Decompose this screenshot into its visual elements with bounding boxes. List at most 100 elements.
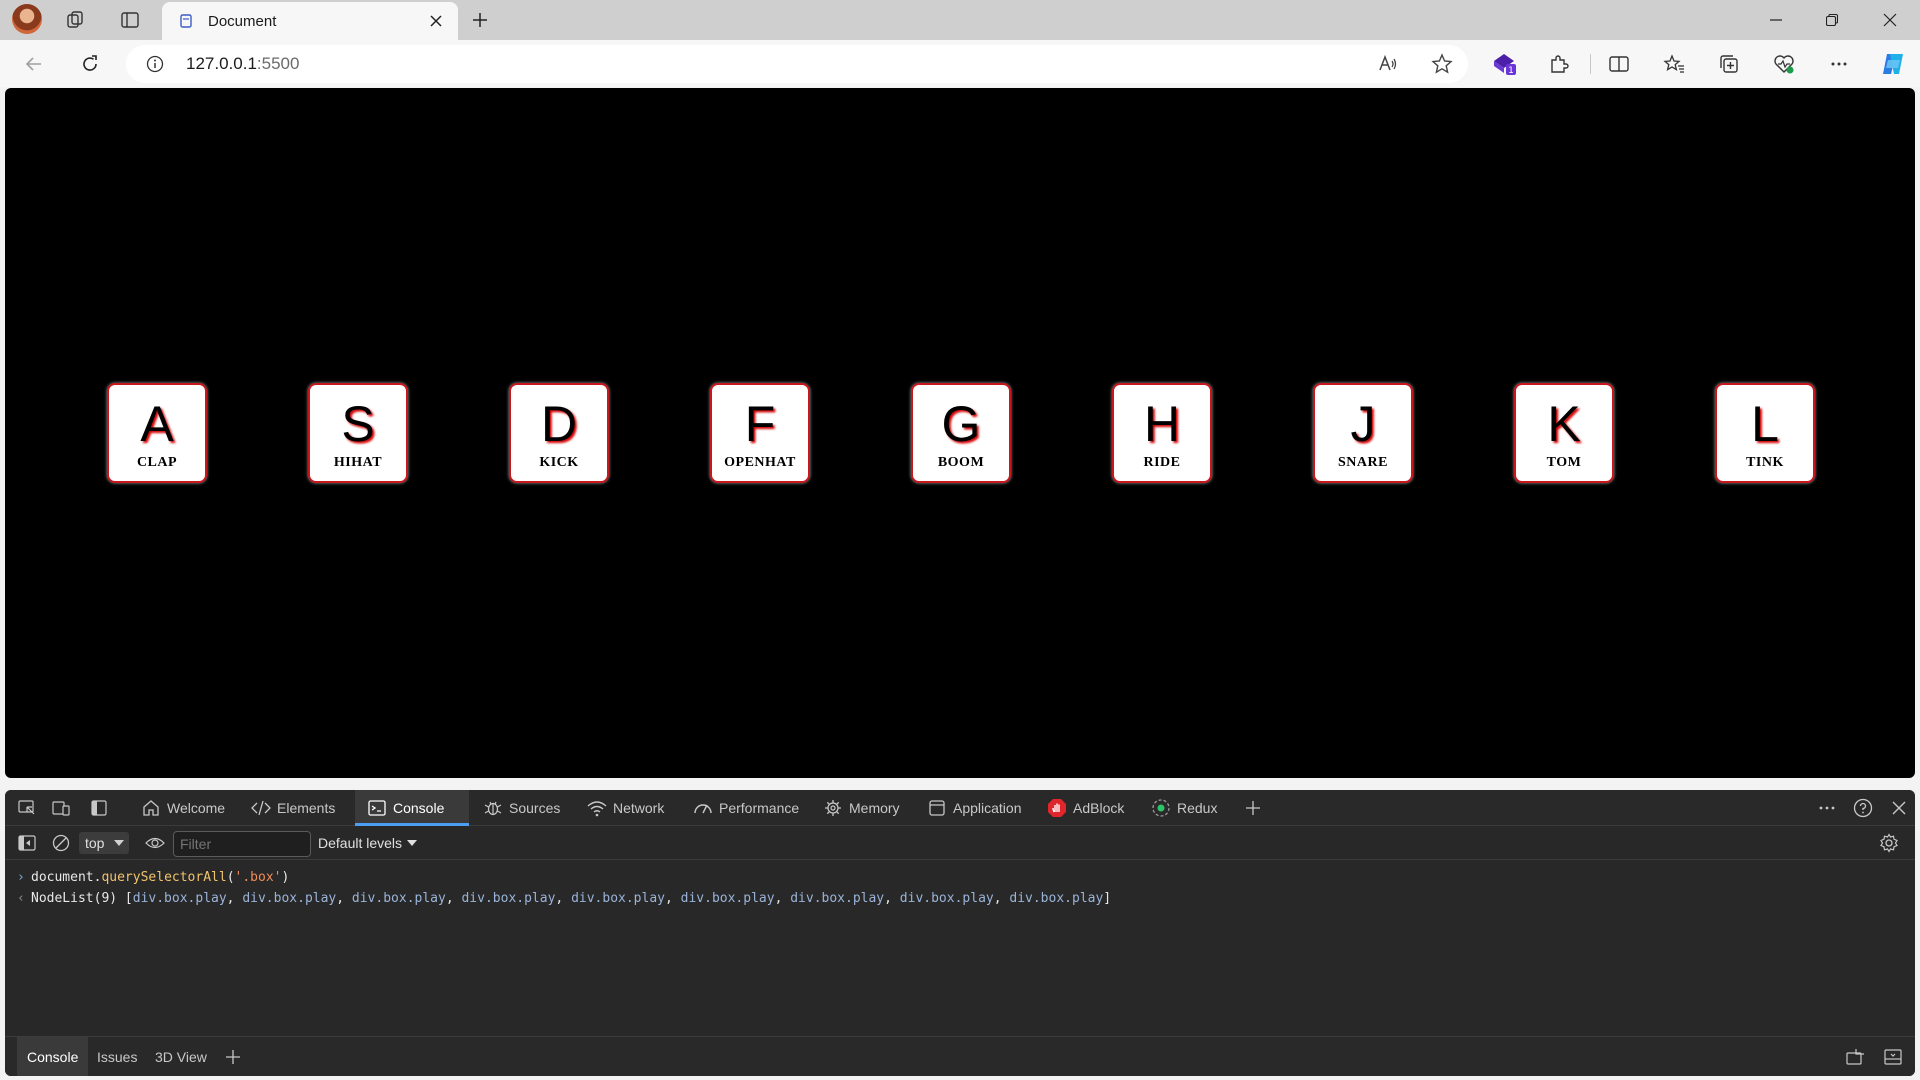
bug-icon [483,798,503,818]
tab-label: Console [393,800,445,816]
drum-key-a[interactable]: A CLAP [107,383,207,483]
code-method: querySelectorAll [101,870,227,885]
code-paren: ) [281,870,290,885]
console-output[interactable]: › document. querySelectorAll('.box') ‹ No… [5,862,1915,1032]
code-string: '.box' [234,870,282,885]
refresh-icon[interactable] [72,46,108,82]
drum-key-f[interactable]: F OPENHAT [710,383,810,483]
key-sound-label: CLAP [136,455,178,470]
drum-key-s[interactable]: S HIHAT [308,383,408,483]
nodelist-items: div.box.play, div.box.play, div.box.play… [133,891,1104,906]
extensions-puzzle-icon[interactable] [1541,46,1577,82]
drum-key-l[interactable]: L TINK [1715,383,1815,483]
nodelist-separator: , [993,891,1010,906]
split-screen-icon[interactable] [1601,46,1637,82]
restore-icon[interactable] [1804,0,1860,40]
help-icon[interactable] [1851,796,1875,820]
live-expression-eye-icon[interactable] [143,831,167,855]
key-sound-label: HIHAT [333,455,383,470]
page-viewport: A CLAP S HIHAT D KICK F OPENHAT G BOOM H RIDE J SNARE… [5,88,1915,778]
close-devtools-icon[interactable] [1887,796,1911,820]
drum-key-g[interactable]: G BOOM [911,383,1011,483]
close-tab-icon[interactable] [422,7,450,35]
collections-icon[interactable] [1711,46,1747,82]
site-info-icon[interactable] [146,55,164,73]
drum-key-d[interactable]: D KICK [509,383,609,483]
gauge-icon [693,798,713,818]
add-drawer-tab-icon[interactable] [221,1045,245,1069]
nodelist-separator: , [664,891,681,906]
back-icon[interactable] [16,46,52,82]
vertical-tabs-icon[interactable] [114,4,146,36]
nodelist-item[interactable]: div.box.play [571,891,665,906]
nodelist-item[interactable]: div.box.play [790,891,884,906]
profile-avatar[interactable] [12,4,42,34]
close-drawer-icon[interactable] [1881,1045,1905,1069]
tab-performance[interactable]: Performance [687,790,805,826]
tab-network[interactable]: Network [581,790,670,826]
console-settings-gear-icon[interactable] [1877,831,1901,855]
nodelist-separator: , [445,891,462,906]
extension-badge-icon[interactable]: 1 [1487,46,1523,82]
drum-key-k[interactable]: K TOM [1514,383,1614,483]
console-filter-input[interactable] [173,831,311,857]
dock-side-icon[interactable] [87,796,111,820]
workspaces-icon[interactable] [60,4,92,36]
context-selector[interactable]: top [79,832,129,854]
nodelist-item[interactable]: div.box.play [461,891,555,906]
tab-elements[interactable]: Elements [245,790,341,826]
tab-adblock[interactable]: AdBlock [1041,790,1130,826]
clear-console-icon[interactable] [49,831,73,855]
key-letter: H [1143,396,1181,452]
minimize-icon[interactable] [1748,0,1804,40]
more-options-icon[interactable] [1815,796,1839,820]
console-input-line: › document. querySelectorAll('.box') [17,870,289,885]
nodelist-item[interactable]: div.box.play [900,891,994,906]
drawer-tab-3d-view[interactable]: 3D View [145,1037,217,1076]
key-sound-label: OPENHAT [724,455,796,470]
inspect-element-icon[interactable] [15,796,39,820]
nodelist-item[interactable]: div.box.play [352,891,446,906]
sidebar-toggle-icon[interactable] [15,831,39,855]
drawer-tab-console[interactable]: Console [17,1037,89,1076]
close-window-icon[interactable] [1862,0,1918,40]
more-menu-icon[interactable] [1821,46,1857,82]
console-result-line[interactable]: ‹ NodeList(9) [div.box.play, div.box.pla… [17,891,1111,906]
devtools-drawer: Console Issues 3D View [5,1036,1915,1076]
add-panel-icon[interactable] [1241,796,1265,820]
tab-label: Application [953,800,1022,816]
device-emulation-icon[interactable] [49,796,73,820]
drum-key-h[interactable]: H RIDE [1112,383,1212,483]
favorite-star-icon[interactable] [1428,50,1456,78]
nodelist-item[interactable]: div.box.play [681,891,775,906]
log-levels-dropdown[interactable]: Default levels [318,835,418,851]
nodelist-item[interactable]: div.box.play [1009,891,1103,906]
memory-gear-icon [823,798,843,818]
nodelist-item[interactable]: div.box.play [133,891,227,906]
tab-sources[interactable]: Sources [477,790,566,826]
nodelist-item[interactable]: div.box.play [242,891,336,906]
read-aloud-icon[interactable] [1374,50,1402,78]
tab-memory[interactable]: Memory [817,790,906,826]
copilot-icon[interactable] [1875,46,1911,82]
wifi-icon [587,798,607,818]
drum-key-j[interactable]: J SNARE [1313,383,1413,483]
tab-redux[interactable]: Redux [1145,790,1223,826]
dock-drawer-icon[interactable] [1843,1045,1867,1069]
key-sound-label: RIDE [1143,455,1181,470]
browser-tab[interactable]: Document [162,2,458,40]
key-sound-label: BOOM [937,455,985,470]
tab-console[interactable]: Console [355,790,469,826]
favorites-icon[interactable] [1656,46,1692,82]
drawer-tab-issues[interactable]: Issues [87,1037,147,1076]
nodelist-prefix: NodeList(9) [ [31,891,133,906]
code-paren: ( [226,870,235,885]
tab-application[interactable]: Application [921,790,1028,826]
new-tab-icon[interactable] [464,4,496,36]
address-bar[interactable]: 127.0.0.1:5500 [126,45,1468,83]
browser-essentials-icon[interactable] [1766,46,1802,82]
drawer-tab-label: Console [27,1049,79,1065]
svg-text:1: 1 [1508,66,1514,76]
tab-welcome[interactable]: Welcome [135,790,231,826]
nodelist-separator: , [884,891,900,906]
